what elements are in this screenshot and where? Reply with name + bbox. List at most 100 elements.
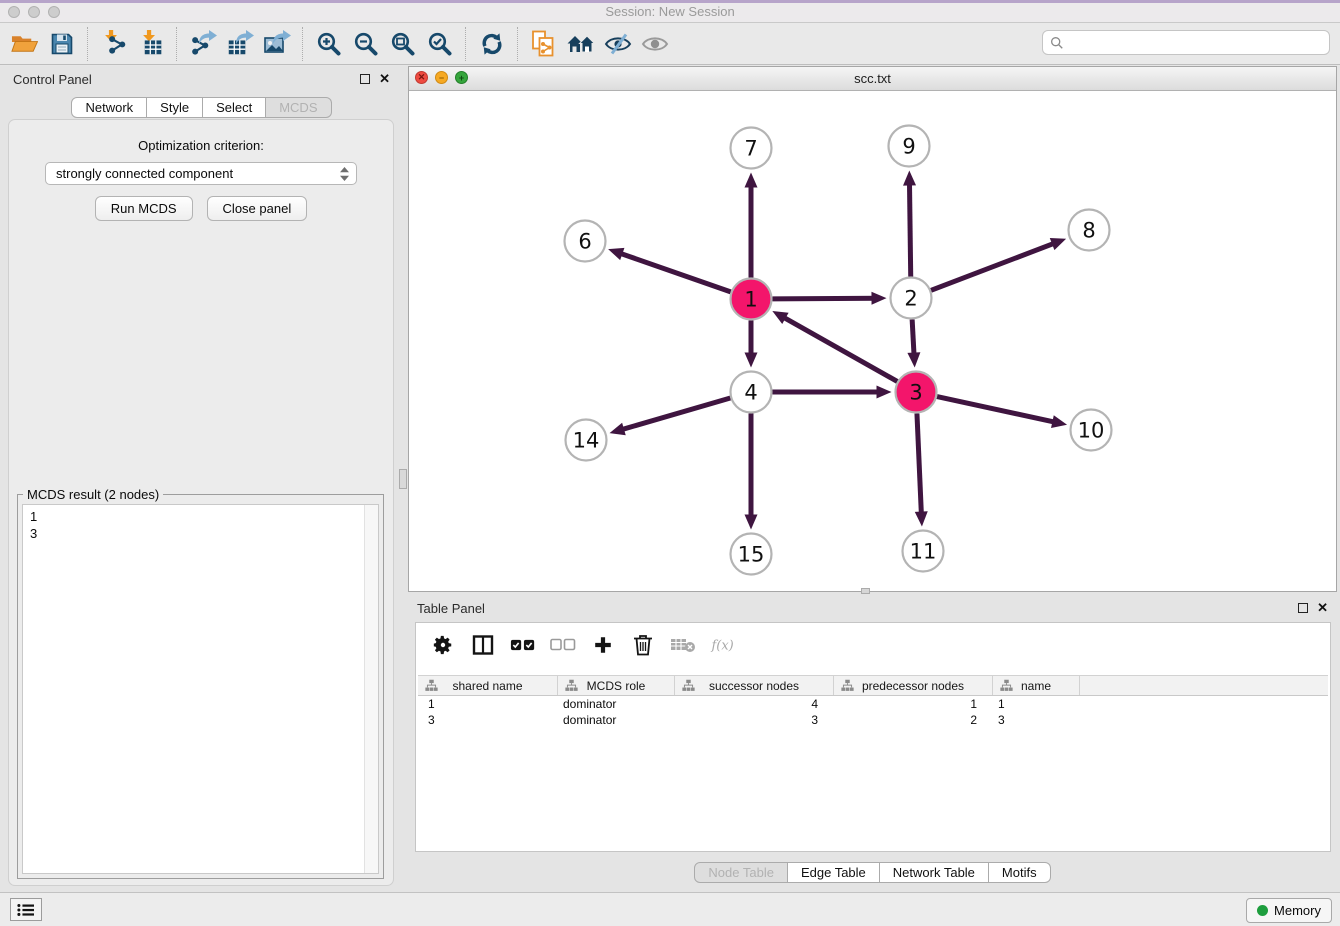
column-header-MCDS-role[interactable]: MCDS role: [558, 676, 675, 695]
search-input[interactable]: [1069, 34, 1322, 51]
table-cell[interactable]: 1: [418, 696, 558, 712]
select-stepper-icon: [339, 166, 350, 182]
table-tab-edge-table[interactable]: Edge Table: [788, 862, 880, 883]
table-cell[interactable]: dominator: [558, 696, 675, 712]
table-tab-network-table[interactable]: Network Table: [880, 862, 989, 883]
column-header-shared-name[interactable]: shared name: [418, 676, 558, 695]
refresh-icon[interactable]: [473, 28, 510, 60]
import-table-icon[interactable]: [132, 28, 169, 60]
network-canvas[interactable]: 7 9 6 8 1 2 4 3 14 10 15 11: [409, 91, 1336, 591]
graph-edge-4-15[interactable]: [745, 414, 758, 530]
graph-edge-2-9[interactable]: [903, 170, 916, 276]
graph-edge-1-4[interactable]: [745, 321, 758, 368]
table-cell[interactable]: 1: [834, 696, 993, 712]
hide-selected-icon[interactable]: [599, 28, 636, 60]
columns-icon[interactable]: [470, 632, 496, 658]
graph-node-11[interactable]: 11: [903, 531, 944, 572]
table-tab-motifs[interactable]: Motifs: [989, 862, 1051, 883]
run-mcds-button[interactable]: Run MCDS: [95, 196, 193, 221]
horizontal-splitter-handle[interactable]: [861, 588, 870, 594]
table-row[interactable]: 3dominator323: [418, 712, 1328, 728]
delete-column-icon[interactable]: [630, 632, 656, 658]
export-image-icon[interactable]: [258, 28, 295, 60]
close-panel-button[interactable]: Close panel: [207, 196, 308, 221]
network-graph[interactable]: 7 9 6 8 1 2 4 3 14 10 15 11: [409, 91, 1336, 592]
graph-edge-1-2[interactable]: [772, 292, 886, 305]
graph-node-1[interactable]: 1: [731, 279, 772, 320]
graph-edge-1-7[interactable]: [745, 173, 758, 278]
import-network-icon[interactable]: [95, 28, 132, 60]
table-cell[interactable]: 3: [675, 712, 834, 728]
network-window-controls[interactable]: ✕ − +: [415, 71, 468, 84]
column-header-predecessor-nodes[interactable]: predecessor nodes: [834, 676, 993, 695]
result-node-id: 3: [30, 525, 371, 542]
graph-edge-2-8[interactable]: [931, 238, 1066, 290]
zoom-out-icon[interactable]: [347, 28, 384, 60]
graph-node-3[interactable]: 3: [896, 372, 937, 413]
table-cell[interactable]: 2: [834, 712, 993, 728]
table-tab-node-table[interactable]: Node Table: [694, 862, 788, 883]
table-cell[interactable]: 4: [675, 696, 834, 712]
export-table-icon[interactable]: [221, 28, 258, 60]
task-history-button[interactable]: [10, 898, 42, 921]
graph-edge-4-3[interactable]: [773, 386, 892, 399]
graph-edge-3-11[interactable]: [915, 413, 928, 526]
result-scrollbar[interactable]: [364, 505, 378, 873]
table-cell[interactable]: 3: [418, 712, 558, 728]
export-network-icon[interactable]: [184, 28, 221, 60]
zoom-in-icon[interactable]: [310, 28, 347, 60]
zoom-fit-icon[interactable]: [384, 28, 421, 60]
app-title: Session: New Session: [0, 4, 1340, 19]
vertical-splitter-handle[interactable]: [399, 469, 407, 489]
column-header-name[interactable]: name: [993, 676, 1080, 695]
minimize-view-icon[interactable]: −: [435, 71, 448, 84]
tab-mcds[interactable]: MCDS: [266, 97, 331, 118]
graph-node-8[interactable]: 8: [1069, 210, 1110, 251]
column-header-successor-nodes[interactable]: successor nodes: [675, 676, 834, 695]
float-panel-icon[interactable]: [360, 74, 370, 84]
table-cell[interactable]: dominator: [558, 712, 675, 728]
main-area: Control Panel ✕ NetworkStyleSelectMCDS O…: [0, 66, 1340, 893]
memory-button[interactable]: Memory: [1246, 898, 1332, 923]
table-cell[interactable]: 1: [993, 696, 1080, 712]
tab-style[interactable]: Style: [147, 97, 203, 118]
optimization-criterion-select[interactable]: strongly connected component: [45, 162, 357, 185]
graph-edge-3-10[interactable]: [937, 397, 1067, 428]
first-neighbors-icon[interactable]: [562, 28, 599, 60]
deselect-all-icon[interactable]: [550, 632, 576, 658]
column-label: name: [1021, 679, 1051, 693]
float-table-panel-icon[interactable]: [1298, 603, 1308, 613]
zoom-selected-icon[interactable]: [421, 28, 458, 60]
graph-node-14[interactable]: 14: [566, 420, 607, 461]
delete-table-icon: [670, 632, 696, 658]
open-file-icon[interactable]: [6, 28, 43, 60]
tab-network[interactable]: Network: [71, 97, 147, 118]
graph-node-10[interactable]: 10: [1071, 410, 1112, 451]
close-view-icon[interactable]: ✕: [415, 71, 428, 84]
graph-edge-1-6[interactable]: [608, 248, 731, 292]
graph-node-7[interactable]: 7: [731, 128, 772, 169]
table-row[interactable]: 1dominator411: [418, 696, 1328, 712]
table-panel: Table Panel ✕ f(x) shared nameMCDS roles…: [408, 597, 1337, 888]
select-all-icon[interactable]: [510, 632, 536, 658]
clone-network-icon[interactable]: [525, 28, 562, 60]
tab-select[interactable]: Select: [203, 97, 266, 118]
save-session-icon[interactable]: [43, 28, 80, 60]
table-cell[interactable]: 3: [993, 712, 1080, 728]
graph-edge-2-3[interactable]: [907, 319, 920, 367]
graph-node-4[interactable]: 4: [731, 372, 772, 413]
graph-node-15[interactable]: 15: [731, 534, 772, 575]
create-column-icon[interactable]: [590, 632, 616, 658]
graph-node-6[interactable]: 6: [565, 221, 606, 262]
close-table-panel-icon[interactable]: ✕: [1317, 603, 1328, 613]
search-box[interactable]: [1042, 30, 1330, 55]
mcds-result-area[interactable]: 13: [22, 504, 379, 874]
graph-node-2[interactable]: 2: [891, 278, 932, 319]
maximize-view-icon[interactable]: +: [455, 71, 468, 84]
graph-edge-3-1[interactable]: [772, 311, 897, 381]
toolbar-separator: [87, 27, 88, 61]
settings-icon[interactable]: [430, 632, 456, 658]
graph-node-9[interactable]: 9: [889, 126, 930, 167]
close-panel-icon[interactable]: ✕: [379, 74, 390, 84]
graph-edge-4-14[interactable]: [610, 398, 731, 435]
